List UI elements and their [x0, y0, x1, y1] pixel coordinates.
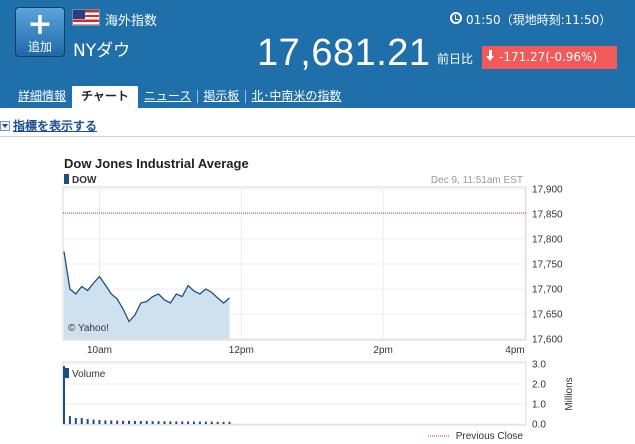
y-tick-17850: 17,850: [532, 210, 563, 221]
volume-bar: [80, 418, 83, 424]
vol-tick-3: 3.0: [532, 360, 546, 371]
volume-bar: [181, 421, 184, 424]
price-chart: DOW Dec 9, 11:51am EST © Yahoo! 17,900 1…: [62, 174, 575, 442]
volume-bar: [228, 421, 231, 424]
volume-bar: [187, 421, 190, 424]
volume-bar: [68, 416, 71, 424]
volume-bar: [133, 421, 136, 424]
volume-bar: [210, 421, 213, 424]
volume-bar: [98, 420, 101, 424]
volume-label: Volume: [72, 369, 106, 380]
volume-bar: [175, 421, 178, 424]
volume-bar: [204, 421, 207, 424]
volume-bar: [139, 421, 142, 424]
volume-bar: [145, 421, 148, 424]
volume-bar: [86, 419, 89, 424]
legend-swatch: [64, 174, 69, 184]
yahoo-watermark: © Yahoo!: [68, 323, 109, 334]
volume-bar: [151, 421, 154, 424]
x-tick-2pm: 2pm: [373, 345, 392, 356]
x-tick-12pm: 12pm: [229, 345, 254, 356]
volume-axis-label: Millions: [564, 377, 575, 410]
volume-bar: [122, 420, 125, 424]
y-tick-17900: 17,900: [532, 185, 563, 196]
volume-bar: [92, 419, 95, 424]
volume-bar: [198, 421, 201, 424]
volume-bar: [163, 421, 166, 424]
volume-bar: [104, 420, 107, 424]
prev-close-legend-label: Previous Close: [456, 431, 524, 442]
volume-legend-swatch: [64, 368, 69, 378]
x-tick-4pm: 4pm: [505, 345, 524, 356]
volume-bar: [169, 421, 172, 424]
y-tick-17750: 17,750: [532, 260, 563, 271]
volume-bar: [128, 420, 131, 424]
y-tick-17800: 17,800: [532, 235, 563, 246]
y-tick-17650: 17,650: [532, 310, 563, 321]
volume-bar: [216, 421, 219, 424]
vol-tick-0: 0.0: [532, 420, 546, 431]
vol-tick-1: 1.0: [532, 400, 546, 411]
volume-bar: [157, 421, 160, 424]
y-axis-ticks: 17,900 17,850 17,800 17,750 17,700 17,65…: [532, 185, 563, 346]
volume-axis-ticks: 3.0 2.0 1.0 0.0: [532, 360, 546, 431]
x-tick-10am: 10am: [87, 345, 112, 356]
legend-dow: DOW: [72, 175, 97, 186]
y-tick-17600: 17,600: [532, 335, 563, 346]
vol-tick-2: 2.0: [532, 380, 546, 391]
volume-bar: [74, 418, 77, 424]
chart-timestamp: Dec 9, 11:51am EST: [431, 175, 523, 186]
y-tick-17700: 17,700: [532, 285, 563, 296]
x-axis-ticks: 10am 12pm 2pm 4pm: [87, 345, 525, 356]
volume-bar: [110, 420, 113, 424]
volume-frame: [62, 361, 527, 426]
volume-bar: [222, 421, 225, 424]
volume-bar: [116, 420, 119, 424]
volume-bar: [193, 421, 196, 424]
